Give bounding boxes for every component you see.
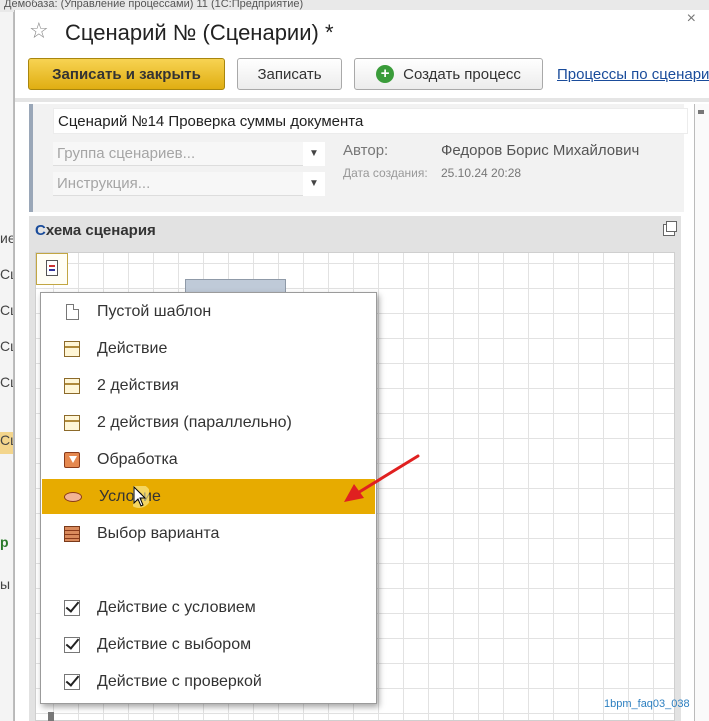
mouse-cursor-icon xyxy=(133,486,149,508)
created-date-label: Дата создания: xyxy=(343,166,428,180)
close-icon[interactable]: × xyxy=(687,10,696,28)
processes-by-scenario-link[interactable]: Процессы по сценарию xyxy=(557,66,709,83)
two-actions-parallel-icon xyxy=(64,414,80,431)
background-window-left-column: ие Сц Сц Сц Сц Сц р ы xyxy=(0,12,14,721)
menu-item-processing[interactable]: Обработка xyxy=(42,442,375,477)
menu-item-label: Обработка xyxy=(97,450,178,468)
menu-item-action-with-condition[interactable]: Действие с условием xyxy=(42,590,375,625)
create-process-button[interactable]: + Создать процесс xyxy=(354,58,543,90)
schema-block[interactable] xyxy=(185,279,286,293)
background-fragment: Сц xyxy=(0,374,13,390)
scroll-marker-icon xyxy=(48,712,54,721)
save-and-close-button[interactable]: Записать и закрыть xyxy=(28,58,225,90)
menu-item-label: Условие xyxy=(99,487,161,505)
scenario-group-placeholder: Группа сценариев... xyxy=(57,145,196,162)
menu-item-choice[interactable]: Выбор варианта xyxy=(42,516,375,551)
checkbox-checked-icon[interactable] xyxy=(64,599,80,616)
scenario-header-panel: Сценарий №14 Проверка суммы документа Гр… xyxy=(29,104,688,212)
schema-title-accent: С xyxy=(35,222,46,239)
instruction-placeholder: Инструкция... xyxy=(57,175,151,192)
red-arrow-annotation-icon xyxy=(344,454,420,502)
background-fragment: ие xyxy=(0,230,13,246)
document-icon xyxy=(46,260,58,276)
scenario-group-field[interactable]: Группа сценариев... ▼ xyxy=(53,142,325,166)
author-label: Автор: xyxy=(343,142,389,159)
scenario-name-field[interactable]: Сценарий №14 Проверка суммы документа xyxy=(53,108,688,134)
toolbar-divider xyxy=(15,98,709,102)
checkbox-checked-icon[interactable] xyxy=(64,673,80,690)
menu-item-label: Действие с проверкой xyxy=(97,672,262,690)
toolbar: Записать и закрыть Записать + Создать пр… xyxy=(15,58,709,94)
menu-item-blank-template[interactable]: Пустой шаблон xyxy=(42,294,375,329)
save-button[interactable]: Записать xyxy=(237,58,342,90)
background-fragment: Сц xyxy=(0,266,13,282)
save-label: Записать xyxy=(257,65,322,83)
chevron-down-icon[interactable]: ▼ xyxy=(303,142,325,166)
menu-item-label: 2 действия xyxy=(97,376,179,394)
background-fragment-selected: Сц xyxy=(0,432,13,454)
menu-item-two-actions[interactable]: 2 действия xyxy=(42,368,375,403)
background-window-title: Демобаза: (Управление процессами) 11 (1С… xyxy=(4,0,304,10)
background-fragment: ы xyxy=(0,576,11,592)
template-menu-button[interactable] xyxy=(36,253,68,285)
blank-template-icon xyxy=(66,303,79,320)
background-fragment: р xyxy=(0,534,9,550)
save-and-close-label: Записать и закрыть xyxy=(52,65,201,83)
plus-icon: + xyxy=(376,65,395,83)
menu-item-label: Действие с выбором xyxy=(97,635,252,653)
right-side-panel xyxy=(694,104,709,721)
menu-item-label: Действие с условием xyxy=(97,598,256,616)
dialog-title: Сценарий № (Сценарии) * xyxy=(65,20,334,45)
panel-marker-icon xyxy=(698,110,704,114)
menu-item-action-with-check[interactable]: Действие с проверкой xyxy=(42,664,375,699)
processing-icon xyxy=(64,451,80,468)
template-dropdown-menu: Пустой шаблон Действие 2 действия 2 дейс… xyxy=(40,292,377,704)
two-actions-icon xyxy=(64,377,80,394)
chevron-down-icon[interactable]: ▼ xyxy=(303,172,325,196)
menu-item-label: 2 действия (параллельно) xyxy=(97,413,292,431)
expand-window-icon[interactable] xyxy=(663,221,677,236)
condition-icon xyxy=(64,491,82,502)
dialog-title-row: ☆ Сценарий № (Сценарии) * × xyxy=(15,10,709,54)
menu-item-label: Выбор варианта xyxy=(97,524,220,542)
favorite-star-icon[interactable]: ☆ xyxy=(29,20,49,42)
schema-title-rest: хема сценария xyxy=(45,222,156,239)
instruction-field[interactable]: Инструкция... ▼ xyxy=(53,172,325,196)
action-icon xyxy=(64,340,80,357)
background-fragment: Сц xyxy=(0,302,13,318)
image-tag: 1bpm_faq03_038 xyxy=(604,698,690,710)
schema-title: Схема сценария xyxy=(35,222,156,239)
menu-item-action[interactable]: Действие xyxy=(42,331,375,366)
choice-icon xyxy=(64,525,80,542)
created-date-value: 25.10.24 20:28 xyxy=(441,166,522,180)
menu-item-condition[interactable]: Условие xyxy=(42,479,375,514)
menu-item-label: Действие xyxy=(97,339,168,357)
create-process-label: Создать процесс xyxy=(403,65,521,83)
background-fragment: Сц xyxy=(0,338,13,354)
author-value: Федоров Борис Михайлович xyxy=(441,142,640,159)
menu-item-action-with-choice[interactable]: Действие с выбором xyxy=(42,627,375,662)
menu-item-label: Пустой шаблон xyxy=(97,302,212,320)
menu-item-two-actions-parallel[interactable]: 2 действия (параллельно) xyxy=(42,405,375,440)
checkbox-checked-icon[interactable] xyxy=(64,636,80,653)
